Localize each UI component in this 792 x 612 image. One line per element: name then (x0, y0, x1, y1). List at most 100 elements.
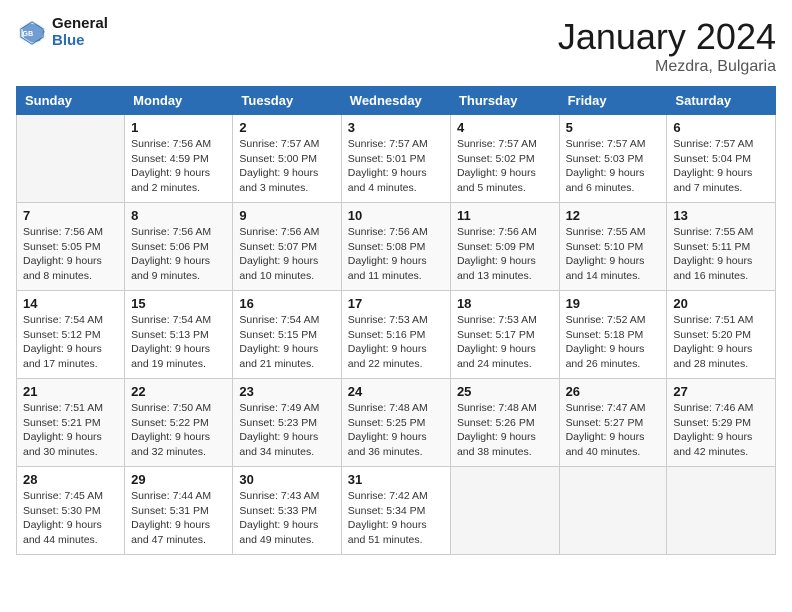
day-cell: 26Sunrise: 7:47 AMSunset: 5:27 PMDayligh… (559, 379, 667, 467)
day-cell: 22 Sunrise: 7:50 AMSunset: 5:22 PMDayligh… (125, 379, 233, 467)
day-number: 27 (673, 384, 769, 399)
svg-text:GB: GB (22, 29, 33, 38)
day-info: Sunrise: 7:45 AMSunset: 5:30 PMDaylight:… (23, 489, 118, 548)
col-header-saturday: Saturday (667, 87, 776, 115)
day-cell: 27 Sunrise: 7:46 AMSunset: 5:29 PMDayligh… (667, 379, 776, 467)
day-number: 28 (23, 472, 118, 487)
day-number: 17 (348, 296, 444, 311)
week-row-1: 1 Sunrise: 7:56 AMSunset: 4:59 PMDaylight… (17, 115, 776, 203)
day-cell: 23 Sunrise: 7:49 AMSunset: 5:23 PMDayligh… (233, 379, 341, 467)
day-number: 20 (673, 296, 769, 311)
day-number: 10 (348, 208, 444, 223)
day-info: Sunrise: 7:51 AMSunset: 5:21 PMDaylight:… (23, 401, 118, 460)
day-info: Sunrise: 7:43 AMSunset: 5:33 PMDaylight:… (239, 489, 334, 548)
day-info: Sunrise: 7:46 AMSunset: 5:29 PMDaylight:… (673, 401, 769, 460)
day-info: Sunrise: 7:56 AMSunset: 5:09 PMDaylight:… (457, 225, 553, 284)
logo: GB General Blue (16, 16, 108, 49)
day-number: 2 (239, 120, 334, 135)
day-info: Sunrise: 7:55 AMSunset: 5:11 PMDaylight:… (673, 225, 769, 284)
day-cell (17, 115, 125, 203)
day-info: Sunrise: 7:56 AMSunset: 5:05 PMDaylight:… (23, 225, 118, 284)
day-cell: 30Sunrise: 7:43 AMSunset: 5:33 PMDayligh… (233, 467, 341, 555)
day-cell: 13 Sunrise: 7:55 AMSunset: 5:11 PMDayligh… (667, 203, 776, 291)
day-number: 9 (239, 208, 334, 223)
day-number: 22 (131, 384, 226, 399)
col-header-friday: Friday (559, 87, 667, 115)
col-header-monday: Monday (125, 87, 233, 115)
calendar-title: January 2024 (558, 16, 776, 58)
day-cell: 31 Sunrise: 7:42 AMSunset: 5:34 PMDayligh… (341, 467, 450, 555)
day-info: Sunrise: 7:57 AMSunset: 5:04 PMDaylight:… (673, 137, 769, 196)
calendar-table: SundayMondayTuesdayWednesdayThursdayFrid… (16, 86, 776, 555)
page-header: GB General Blue January 2024 Mezdra, Bul… (16, 16, 776, 76)
day-cell: 4 Sunrise: 7:57 AMSunset: 5:02 PMDaylight… (450, 115, 559, 203)
week-row-2: 7 Sunrise: 7:56 AMSunset: 5:05 PMDaylight… (17, 203, 776, 291)
day-info: Sunrise: 7:57 AMSunset: 5:01 PMDaylight:… (348, 137, 444, 196)
day-cell: 24 Sunrise: 7:48 AMSunset: 5:25 PMDayligh… (341, 379, 450, 467)
day-number: 29 (131, 472, 226, 487)
day-cell: 5 Sunrise: 7:57 AMSunset: 5:03 PMDaylight… (559, 115, 667, 203)
day-cell: 3 Sunrise: 7:57 AMSunset: 5:01 PMDaylight… (341, 115, 450, 203)
day-number: 7 (23, 208, 118, 223)
day-cell: 12Sunrise: 7:55 AMSunset: 5:10 PMDayligh… (559, 203, 667, 291)
day-info: Sunrise: 7:50 AMSunset: 5:22 PMDaylight:… (131, 401, 226, 460)
day-cell: 15Sunrise: 7:54 AMSunset: 5:13 PMDayligh… (125, 291, 233, 379)
title-area: January 2024 Mezdra, Bulgaria (558, 16, 776, 76)
col-header-sunday: Sunday (17, 87, 125, 115)
day-info: Sunrise: 7:57 AMSunset: 5:02 PMDaylight:… (457, 137, 553, 196)
day-info: Sunrise: 7:56 AMSunset: 5:07 PMDaylight:… (239, 225, 334, 284)
day-info: Sunrise: 7:54 AMSunset: 5:12 PMDaylight:… (23, 313, 118, 372)
day-number: 1 (131, 120, 226, 135)
day-cell: 9 Sunrise: 7:56 AMSunset: 5:07 PMDaylight… (233, 203, 341, 291)
week-row-4: 21 Sunrise: 7:51 AMSunset: 5:21 PMDayligh… (17, 379, 776, 467)
day-info: Sunrise: 7:56 AMSunset: 5:08 PMDaylight:… (348, 225, 444, 284)
day-info: Sunrise: 7:48 AMSunset: 5:25 PMDaylight:… (348, 401, 444, 460)
col-header-thursday: Thursday (450, 87, 559, 115)
day-cell: 2 Sunrise: 7:57 AMSunset: 5:00 PMDaylight… (233, 115, 341, 203)
day-number: 5 (566, 120, 661, 135)
day-info: Sunrise: 7:51 AMSunset: 5:20 PMDaylight:… (673, 313, 769, 372)
day-info: Sunrise: 7:57 AMSunset: 5:03 PMDaylight:… (566, 137, 661, 196)
day-info: Sunrise: 7:48 AMSunset: 5:26 PMDaylight:… (457, 401, 553, 460)
day-number: 24 (348, 384, 444, 399)
day-number: 31 (348, 472, 444, 487)
day-cell (450, 467, 559, 555)
day-cell: 8Sunrise: 7:56 AMSunset: 5:06 PMDaylight… (125, 203, 233, 291)
day-cell: 10 Sunrise: 7:56 AMSunset: 5:08 PMDayligh… (341, 203, 450, 291)
day-cell: 16Sunrise: 7:54 AMSunset: 5:15 PMDayligh… (233, 291, 341, 379)
day-number: 13 (673, 208, 769, 223)
day-number: 4 (457, 120, 553, 135)
logo-icon: GB (16, 17, 48, 49)
calendar-subtitle: Mezdra, Bulgaria (558, 58, 776, 76)
day-cell: 28 Sunrise: 7:45 AMSunset: 5:30 PMDayligh… (17, 467, 125, 555)
day-number: 23 (239, 384, 334, 399)
day-info: Sunrise: 7:42 AMSunset: 5:34 PMDaylight:… (348, 489, 444, 548)
day-info: Sunrise: 7:52 AMSunset: 5:18 PMDaylight:… (566, 313, 661, 372)
day-info: Sunrise: 7:56 AMSunset: 5:06 PMDaylight:… (131, 225, 226, 284)
day-number: 16 (239, 296, 334, 311)
day-info: Sunrise: 7:55 AMSunset: 5:10 PMDaylight:… (566, 225, 661, 284)
day-info: Sunrise: 7:57 AMSunset: 5:00 PMDaylight:… (239, 137, 334, 196)
day-cell: 17 Sunrise: 7:53 AMSunset: 5:16 PMDayligh… (341, 291, 450, 379)
day-cell: 21 Sunrise: 7:51 AMSunset: 5:21 PMDayligh… (17, 379, 125, 467)
week-row-5: 28 Sunrise: 7:45 AMSunset: 5:30 PMDayligh… (17, 467, 776, 555)
day-info: Sunrise: 7:56 AMSunset: 4:59 PMDaylight:… (131, 137, 226, 196)
day-info: Sunrise: 7:53 AMSunset: 5:16 PMDaylight:… (348, 313, 444, 372)
day-info: Sunrise: 7:53 AMSunset: 5:17 PMDaylight:… (457, 313, 553, 372)
day-number: 6 (673, 120, 769, 135)
week-row-3: 14Sunrise: 7:54 AMSunset: 5:12 PMDayligh… (17, 291, 776, 379)
day-number: 21 (23, 384, 118, 399)
day-cell: 6 Sunrise: 7:57 AMSunset: 5:04 PMDaylight… (667, 115, 776, 203)
day-info: Sunrise: 7:49 AMSunset: 5:23 PMDaylight:… (239, 401, 334, 460)
day-cell: 19Sunrise: 7:52 AMSunset: 5:18 PMDayligh… (559, 291, 667, 379)
day-cell (667, 467, 776, 555)
day-cell: 18Sunrise: 7:53 AMSunset: 5:17 PMDayligh… (450, 291, 559, 379)
day-cell: 20 Sunrise: 7:51 AMSunset: 5:20 PMDayligh… (667, 291, 776, 379)
day-cell: 14Sunrise: 7:54 AMSunset: 5:12 PMDayligh… (17, 291, 125, 379)
day-number: 3 (348, 120, 444, 135)
col-header-tuesday: Tuesday (233, 87, 341, 115)
day-number: 11 (457, 208, 553, 223)
day-number: 15 (131, 296, 226, 311)
day-cell: 25Sunrise: 7:48 AMSunset: 5:26 PMDayligh… (450, 379, 559, 467)
day-cell: 7 Sunrise: 7:56 AMSunset: 5:05 PMDaylight… (17, 203, 125, 291)
